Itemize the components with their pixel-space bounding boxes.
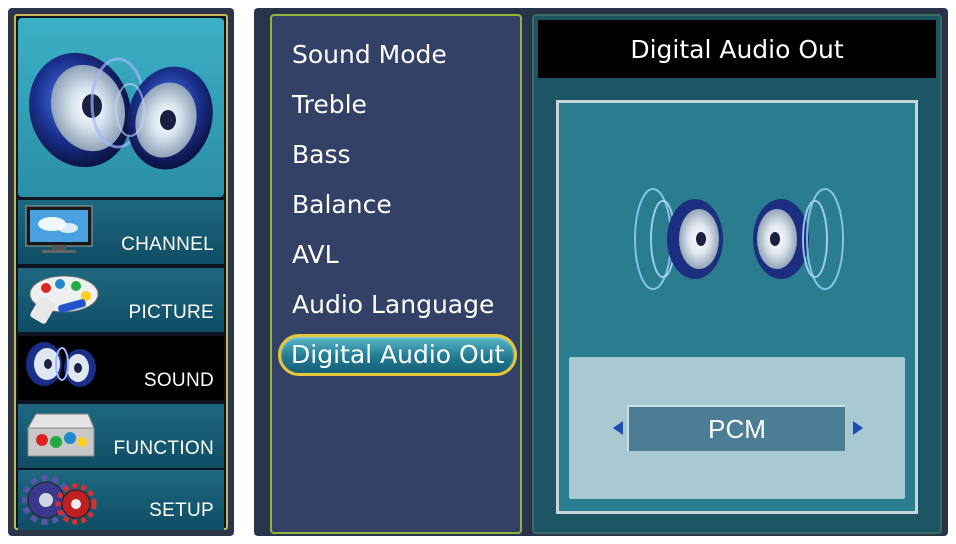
sidebar-item-channel[interactable]: CHANNEL	[18, 200, 224, 264]
digital-audio-out-value[interactable]: PCM	[627, 405, 845, 451]
sidebar-item-setup[interactable]: SETUP	[18, 470, 224, 530]
palette-icon	[22, 272, 102, 324]
arrow-left-icon[interactable]	[611, 421, 625, 435]
sidebar-item-label: CHANNEL	[121, 234, 214, 255]
sidebar-item-sound[interactable]: SOUND	[18, 336, 224, 400]
value-selector: PCM	[569, 357, 905, 499]
menu-item-audio-language[interactable]: Audio Language	[292, 290, 494, 319]
sidebar-item-label: FUNCTION	[113, 438, 214, 459]
gears-icon	[21, 474, 102, 526]
stereo-speakers-icon	[634, 188, 844, 290]
detail-body: PCM	[556, 100, 918, 514]
sidebar-item-picture[interactable]: PICTURE	[18, 268, 224, 332]
arrow-right-icon[interactable]	[851, 421, 865, 435]
speaker-icon	[22, 340, 102, 392]
menu-item-avl[interactable]: AVL	[292, 240, 339, 269]
sidebar: CHANNEL PICTURE SOUND FUNCTION SETUP	[8, 8, 234, 536]
sidebar-item-label: SETUP	[149, 500, 214, 521]
sidebar-item-label: SOUND	[143, 370, 214, 391]
menu-item-sound-mode[interactable]: Sound Mode	[292, 40, 447, 69]
menu-item-balance[interactable]: Balance	[292, 190, 392, 219]
tv-menu-screen: CHANNEL PICTURE SOUND FUNCTION SETUP Sou…	[0, 0, 956, 544]
sidebar-item-label: PICTURE	[128, 302, 214, 323]
detail-panel: Digital Audio Out PCM	[532, 14, 942, 534]
sound-menu-list: Sound Mode Treble Bass Balance AVL Audio…	[270, 14, 522, 534]
detail-title: Digital Audio Out	[538, 20, 936, 78]
sound-hero-image	[18, 18, 224, 197]
menu-item-treble[interactable]: Treble	[292, 90, 367, 119]
menu-item-digital-audio-out[interactable]: Digital Audio Out	[278, 334, 518, 376]
toolbox-icon	[22, 408, 102, 460]
sidebar-item-function[interactable]: FUNCTION	[18, 404, 224, 468]
tv-icon	[22, 204, 102, 256]
menu-item-bass[interactable]: Bass	[292, 140, 351, 169]
speakers-hero-icon	[28, 52, 213, 170]
